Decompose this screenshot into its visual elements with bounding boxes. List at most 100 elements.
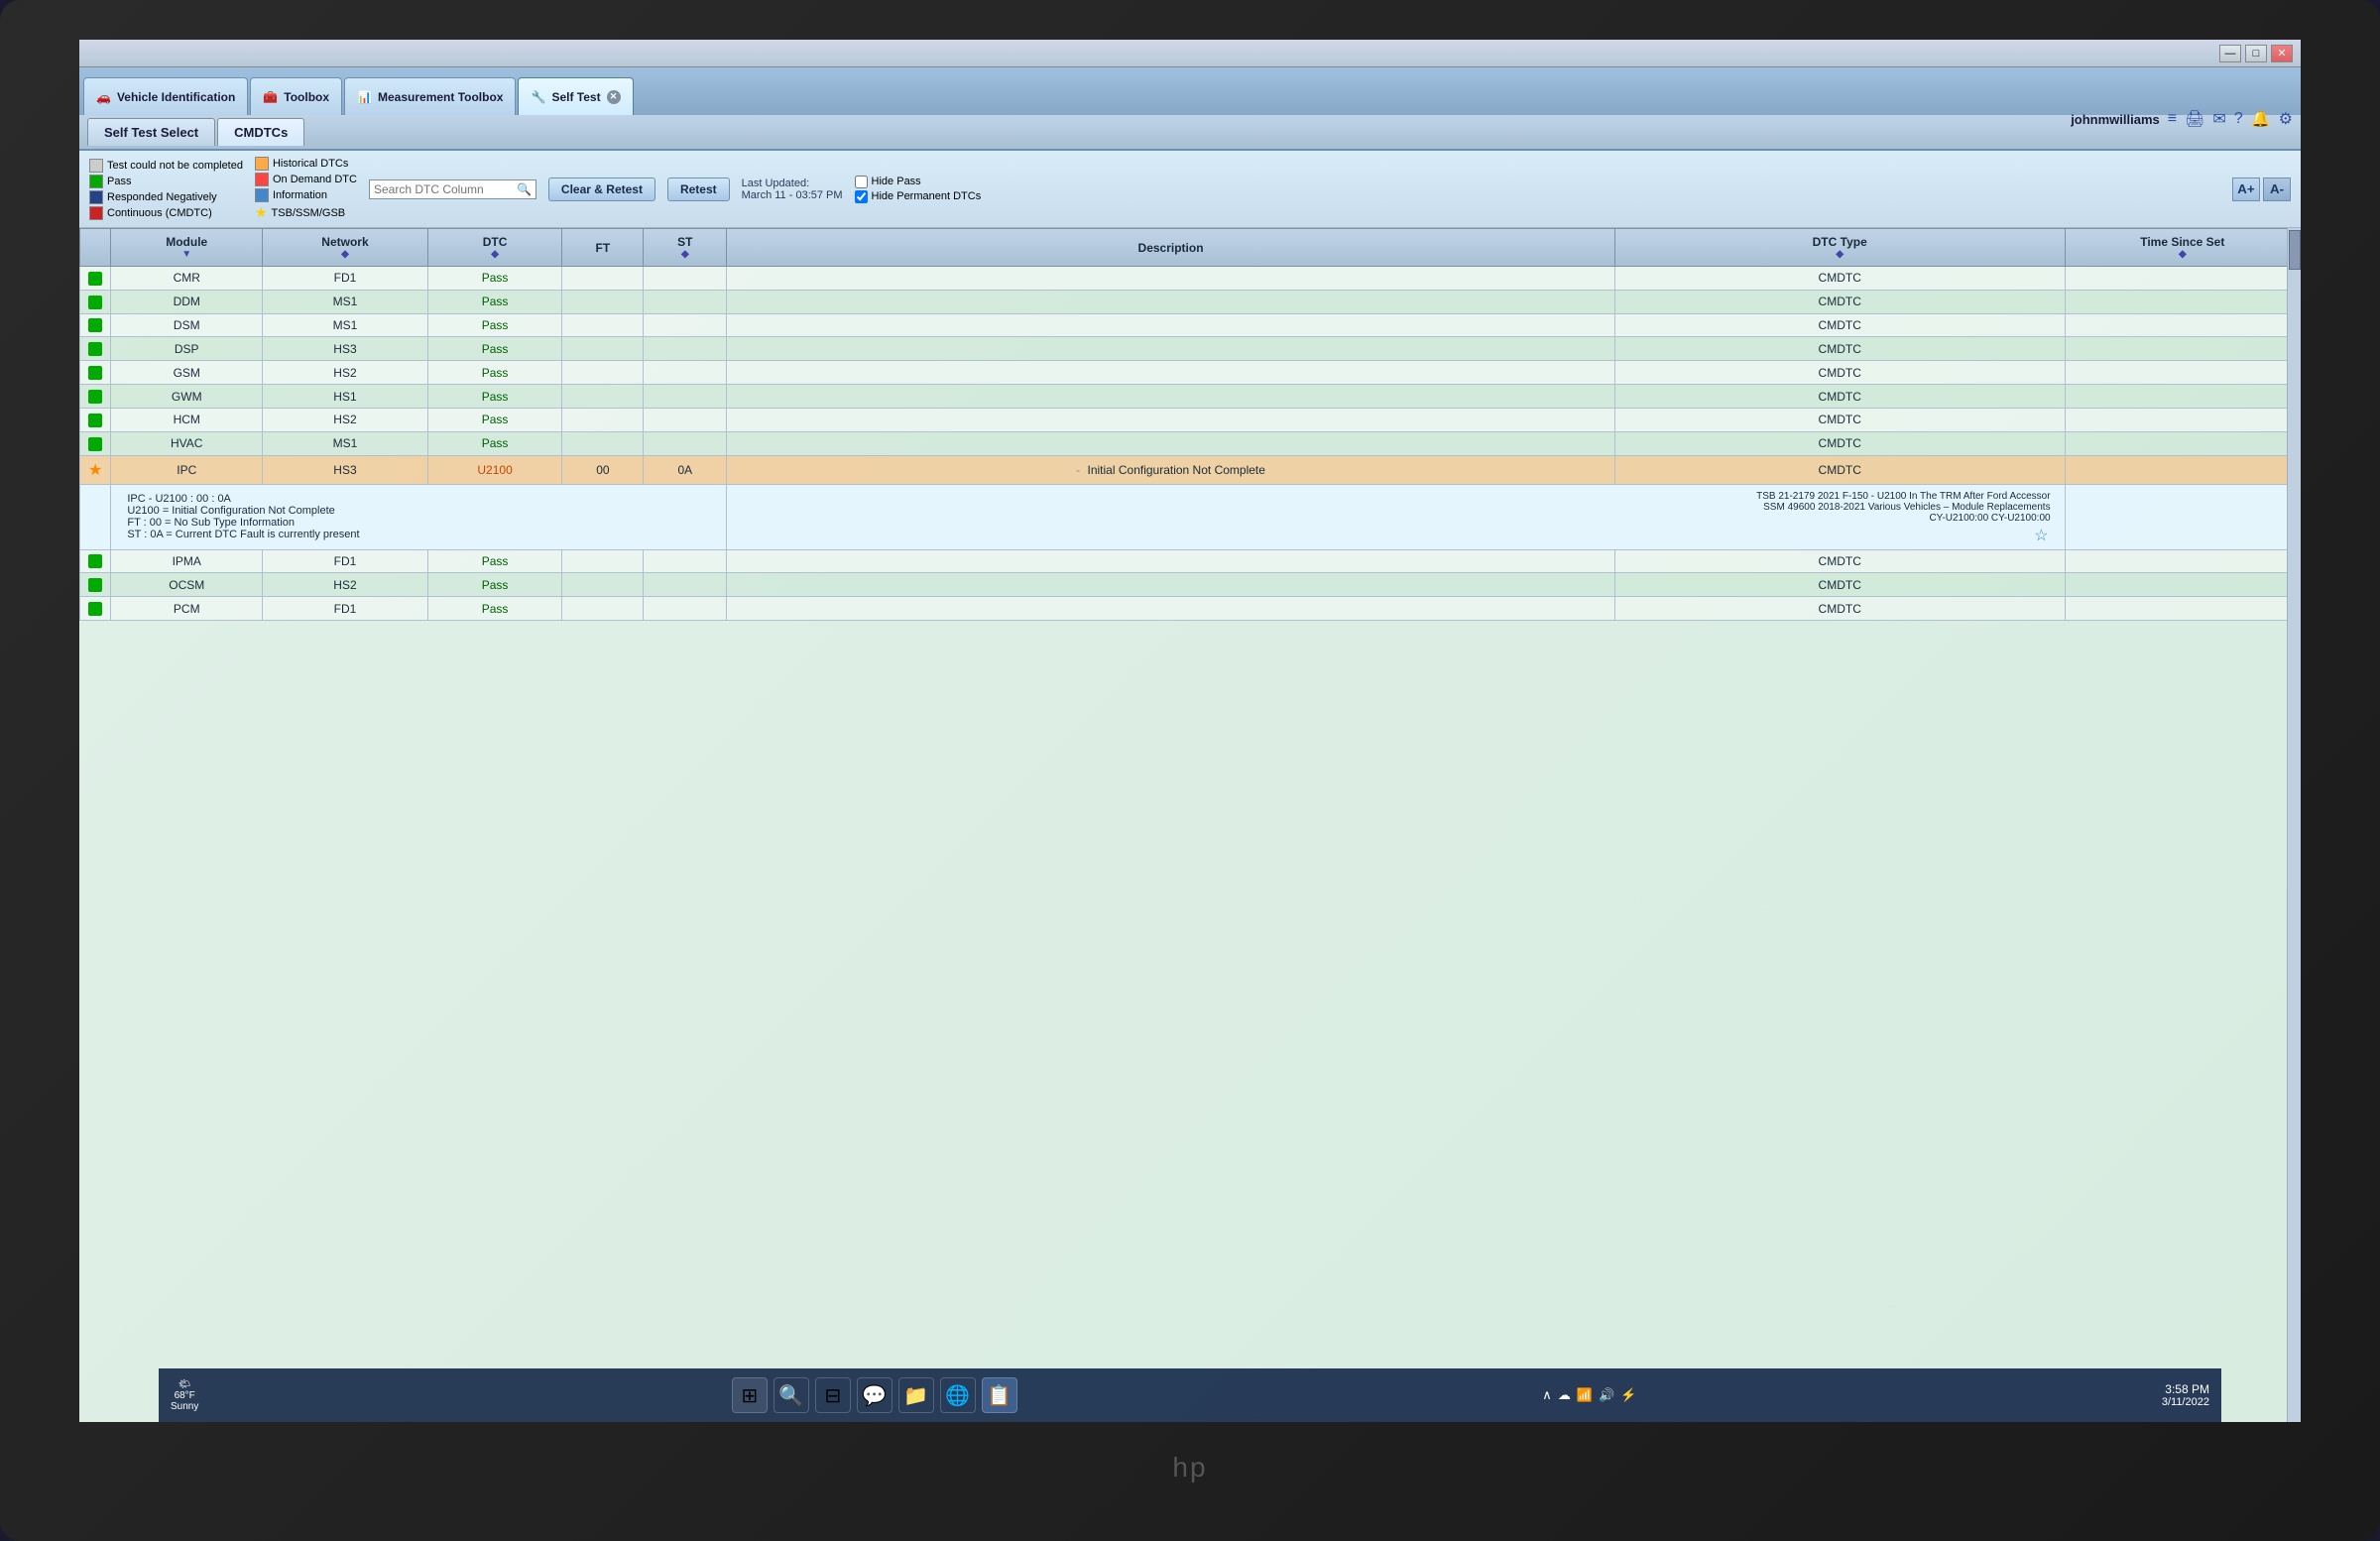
detail-line-3: FT : 00 = No Sub Type Information [127,517,710,529]
taskbar-battery-icon[interactable]: ⚡ [1620,1387,1636,1403]
row-description [727,597,1615,621]
last-updated-value: March 11 - 03:57 PM [742,189,843,201]
tab-vehicle-label: Vehicle Identification [117,90,235,104]
row-status [80,385,111,409]
table-row-ipc[interactable]: ★ IPC HS3 U2100 00 0A - Initial Configur… [80,455,2301,484]
clear-retest-button[interactable]: Clear & Retest [548,178,655,201]
row-dtc-type: CMDTC [1614,431,2065,455]
row-dtc-type: CMDTC [1614,455,2065,484]
row-dtc: Pass [427,337,562,361]
tsb-line-3: CY-U2100:00 CY-U2100:00 [741,513,2050,524]
scroll-thumb[interactable] [2289,230,2301,270]
taskbar-start-button[interactable]: ⊞ [732,1377,768,1413]
col-header-description[interactable]: Description [727,229,1615,267]
row-st [644,267,727,291]
sub-tab-self-test-select[interactable]: Self Test Select [87,118,215,146]
row-description [727,385,1615,409]
taskbar-browser[interactable]: 🌐 [940,1377,976,1413]
tab-self-test[interactable]: 🔧 Self Test ✕ [518,77,633,115]
retest-button[interactable]: Retest [667,178,730,201]
col-header-module[interactable]: Module ▼ [111,229,263,267]
hide-permanent-dtcs-checkbox[interactable] [855,190,868,203]
row-network: MS1 [263,431,428,455]
font-increase-button[interactable]: A+ [2232,178,2260,201]
row-ft: 00 [562,455,644,484]
status-green-indicator [88,578,102,592]
last-updated-label: Last Updated: [742,178,843,189]
row-ft [562,361,644,385]
table-row: HVAC MS1 Pass CMDTC [80,431,2301,455]
taskbar-right: 3:58 PM 3/11/2022 [2162,1382,2209,1408]
row-dtc: Pass [427,267,562,291]
menu-icon[interactable]: ≡ [2168,110,2177,128]
row-dtc: Pass [427,549,562,573]
col-header-st[interactable]: ST ◆ [644,229,727,267]
row-st [644,385,727,409]
legend-item-responded-neg: Responded Negatively [89,190,243,204]
legend-box-red2 [255,173,269,186]
hide-pass-checkbox[interactable] [855,176,868,188]
star-orange-icon: ★ [88,462,102,479]
print-icon[interactable]: 🖨 [2185,109,2204,129]
bell-icon[interactable]: 🔔 [2251,109,2271,129]
font-decrease-button[interactable]: A- [2263,178,2291,201]
col-header-dtc-type[interactable]: DTC Type ◆ [1614,229,2065,267]
taskbar-up-arrow[interactable]: ∧ [1542,1387,1552,1403]
detail-cell-empty2 [2065,484,2300,549]
taskbar-search-button[interactable]: 🔍 [774,1377,809,1413]
col-header-ft[interactable]: FT [562,229,644,267]
col-header-time-since-set[interactable]: Time Since Set ◆ [2065,229,2300,267]
table-row: IPMA FD1 Pass CMDTC [80,549,2301,573]
tsb-star-container: ☆ [735,526,2056,545]
taskbar-file-explorer[interactable]: 📁 [898,1377,934,1413]
row-status [80,549,111,573]
checkbox-group: Hide Pass Hide Permanent DTCs [855,176,982,203]
table-row: DSM MS1 Pass CMDTC [80,313,2301,337]
row-network: FD1 [263,267,428,291]
row-status [80,267,111,291]
col-header-network[interactable]: Network ◆ [263,229,428,267]
search-icon[interactable]: 🔍 [517,182,532,196]
taskbar-volume-icon[interactable]: 🔊 [1599,1387,1614,1403]
status-green-indicator [88,318,102,332]
taskbar-fdrs-app[interactable]: 📋 [982,1377,1017,1413]
help-icon[interactable]: ? [2234,110,2243,128]
status-green-indicator [88,414,102,427]
taskbar-wifi-icon[interactable]: 📶 [1577,1387,1593,1403]
tab-toolbox[interactable]: 🧰 Toolbox [250,77,342,115]
row-description [727,549,1615,573]
row-module: DDM [111,290,263,313]
row-time [2065,361,2300,385]
sub-tab-cmdtcs[interactable]: CMDTCs [217,118,304,146]
row-st [644,597,727,621]
maximize-button[interactable]: □ [2245,45,2267,62]
search-input[interactable] [374,182,513,196]
tab-measurement-toolbox[interactable]: 📊 Measurement Toolbox [344,77,516,115]
dtc-description-link[interactable]: Initial Configuration Not Complete [1088,463,1265,477]
tab-toolbox-label: Toolbox [284,90,329,104]
email-icon[interactable]: ✉ [2212,109,2225,129]
tab-vehicle-identification[interactable]: 🚗 Vehicle Identification [83,77,248,115]
row-time [2065,290,2300,313]
row-network: HS1 [263,385,428,409]
row-st [644,549,727,573]
legend-label-responded-neg: Responded Negatively [107,191,217,203]
tab-close-button[interactable]: ✕ [607,90,621,104]
taskbar-cloud-icon[interactable]: ☁ [1558,1387,1571,1403]
legend-box-red [89,206,103,220]
vertical-scrollbar[interactable] [2287,228,2301,1422]
tsb-line-1: TSB 21-2179 2021 F-150 - U2100 In The TR… [741,491,2050,502]
taskbar-chat-app[interactable]: 💬 [857,1377,892,1413]
close-button[interactable]: ✕ [2271,45,2293,62]
search-box[interactable]: 🔍 [369,179,536,199]
row-dtc-code: U2100 [427,455,562,484]
taskbar-task-view[interactable]: ⊟ [815,1377,851,1413]
minimize-button[interactable]: — [2219,45,2241,62]
col-header-dtc[interactable]: DTC ◆ [427,229,562,267]
hide-pass-label: Hide Pass [872,176,921,187]
row-dtc-type: CMDTC [1614,597,2065,621]
row-ft [562,573,644,597]
row-network: HS3 [263,337,428,361]
settings-icon[interactable]: ⚙ [2279,109,2293,129]
user-name: johnmwilliams [2071,112,2160,127]
